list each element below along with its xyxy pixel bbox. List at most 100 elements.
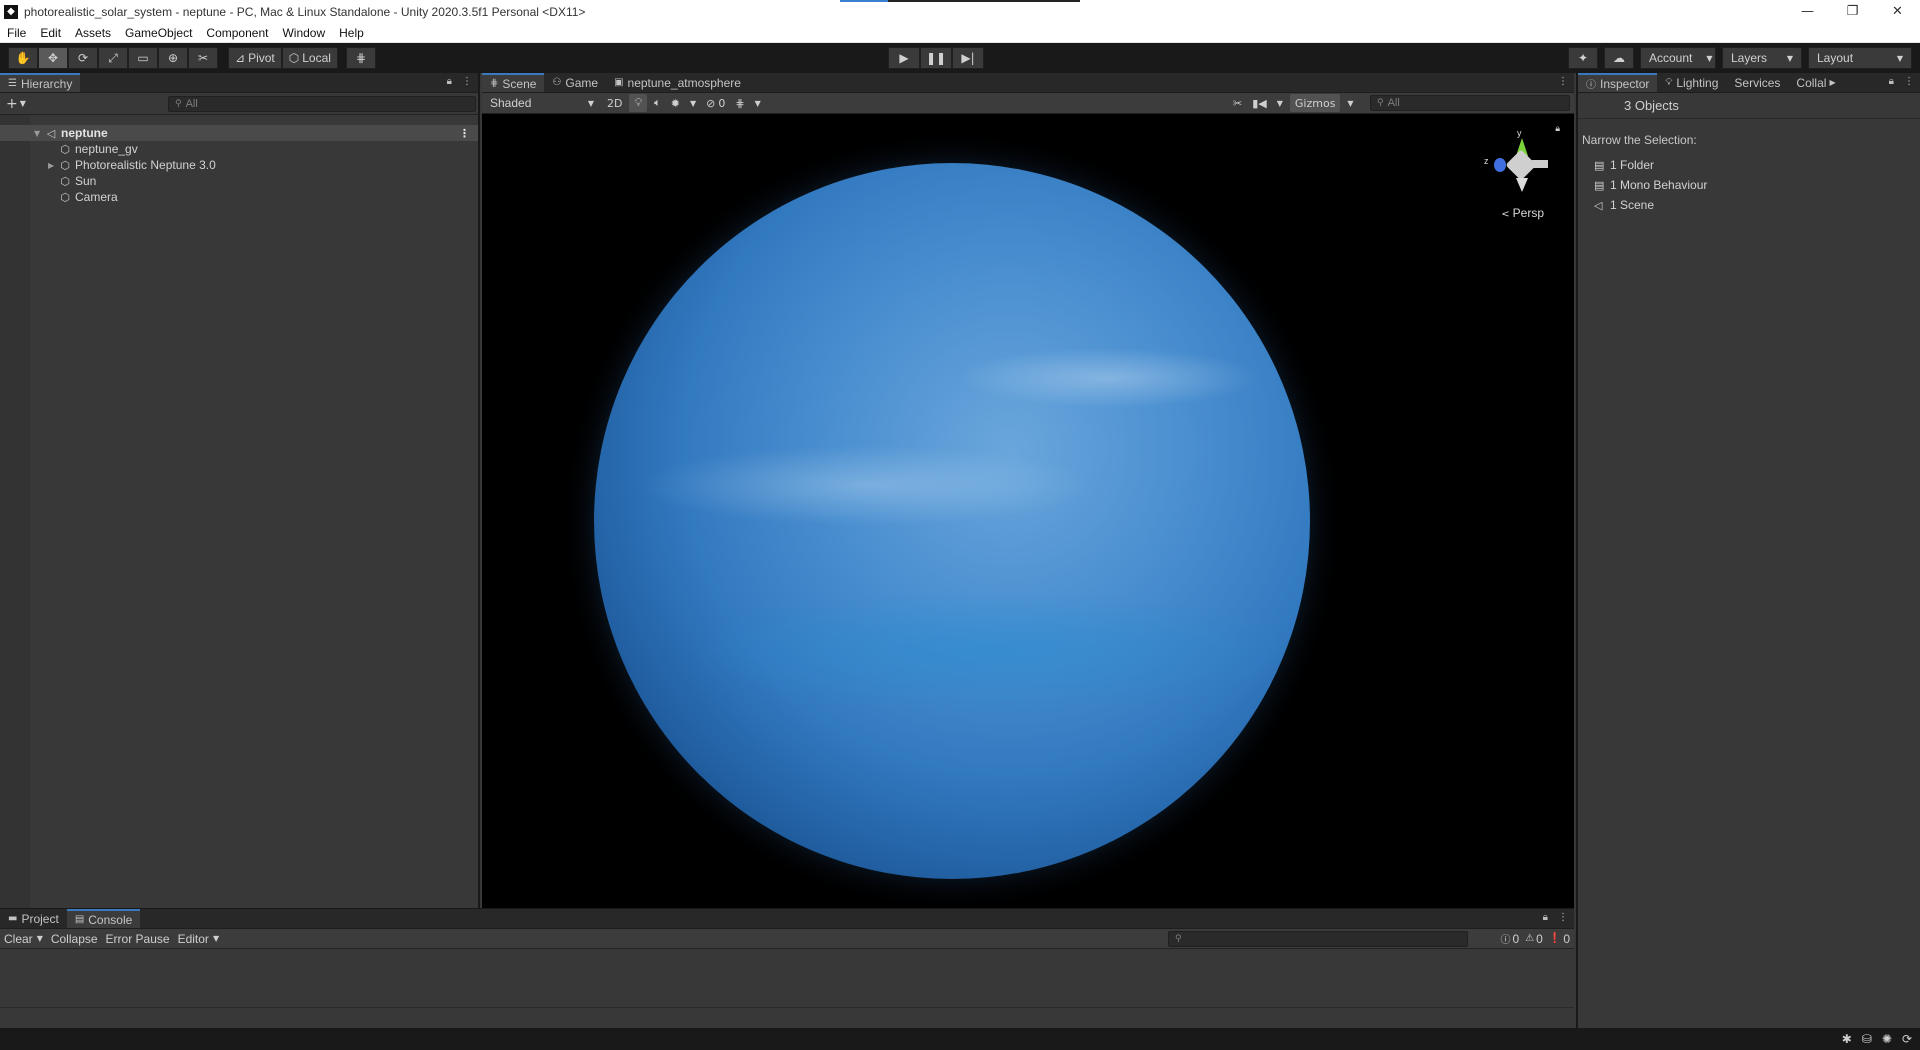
log-count-toggle[interactable]: ⓘ 0 [1501,931,1520,947]
tab-services[interactable]: Services [1726,73,1788,92]
tab-hierarchy[interactable]: ☰ Hierarchy [0,73,81,92]
lock-icon[interactable]: 🔒︎ [1889,76,1894,87]
menu-edit[interactable]: Edit [33,26,68,40]
tab-inspector[interactable]: ⓘ Inspector [1578,73,1658,92]
scene-search[interactable]: ⚲ All [1370,95,1570,111]
hierarchy-item[interactable]: ▶ ⬡ Photorealistic Neptune 3.0 [0,157,478,173]
pause-button[interactable]: ❚❚ [920,47,952,69]
tab-project[interactable]: ▬ Project [0,909,67,928]
transform-tool-icon[interactable]: ⊕ [158,47,188,69]
tab-console[interactable]: ▤ Console [66,909,141,928]
kebab-menu-icon[interactable]: ⋮ [1558,76,1568,87]
custom-tool-icon[interactable]: ✂ [188,47,218,69]
hierarchy-item[interactable]: ⬡ Sun [0,173,478,189]
tools-icon[interactable]: ✂ [1228,94,1247,112]
kebab-menu-icon[interactable]: ⋮ [1904,76,1914,87]
console-search[interactable]: ⚲ [1168,931,1468,947]
error-pause-button[interactable]: Error Pause [102,932,174,946]
hidden-objects-toggle[interactable]: ⊘ 0 [701,94,730,112]
orientation-gizmo[interactable]: y z 🔒︎ [1480,124,1560,214]
step-button[interactable]: ▶| [952,47,984,69]
camera-icon[interactable]: ▮◀ [1247,94,1272,112]
2d-toggle[interactable]: 2D [602,94,627,112]
layout-dropdown[interactable]: Layout ▼ [1808,47,1912,69]
gizmos-button[interactable]: Gizmos [1289,94,1341,112]
warning-count-toggle[interactable]: ⚠ 0 [1525,931,1543,946]
menu-assets[interactable]: Assets [68,26,118,40]
scale-tool-icon[interactable]: ⤢ [98,47,128,69]
lock-icon[interactable]: 🔒︎ [1543,912,1548,923]
refresh-icon[interactable]: ⟳ [1902,1032,1912,1046]
console-log-area[interactable] [0,950,1574,1008]
folder-icon: ▬ [8,913,18,924]
grid-snap-icon[interactable]: ⋕ [345,47,376,69]
lighting-toggle-icon[interactable]: 💡︎ [629,94,648,112]
create-button[interactable]: + ▼ [6,96,26,112]
gizmo-z-axis[interactable] [1494,158,1506,172]
grid-toggle-icon[interactable]: ⋕ [730,94,749,112]
editor-dropdown[interactable]: Editor ▼ [174,932,224,946]
kebab-menu-icon[interactable]: ⋮ [1558,912,1568,923]
pivot-toggle[interactable]: ⊿ Pivot [228,47,282,69]
hand-tool-icon[interactable]: ✋ [8,47,38,69]
selection-item[interactable]: ▤ 1 Mono Behaviour [1582,175,1916,195]
tab-scene[interactable]: ⋕ Scene [482,73,545,92]
clear-button[interactable]: Clear ▼ [0,932,47,946]
play-button[interactable]: ▶ [888,47,920,69]
shading-mode-dropdown[interactable]: Shaded ▼ [482,94,602,112]
menu-help[interactable]: Help [332,26,371,40]
hierarchy-item[interactable]: ⬡ neptune_gv [0,141,478,157]
rotate-tool-icon[interactable]: ⟳ [68,47,98,69]
tab-collab[interactable]: Collal ▶ [1788,73,1843,92]
info-icon: ⓘ [1586,80,1596,91]
cache-icon[interactable]: ⛁ [1862,1032,1872,1046]
neptune-planet[interactable] [594,163,1310,879]
kebab-menu-icon[interactable]: ⋮ [462,76,472,87]
hierarchy-search[interactable]: ⚲ All [168,96,476,112]
account-dropdown[interactable]: Account ▼ [1640,47,1716,69]
menu-file[interactable]: File [0,26,33,40]
local-toggle[interactable]: ⬡ Local [281,47,338,69]
tab-neptune-atmosphere[interactable]: ▣ neptune_atmosphere [606,73,749,92]
scene-row[interactable]: ▼ ◁ neptune ⋮ [0,125,478,141]
kebab-menu-icon[interactable]: ⋮ [459,127,470,140]
close-icon[interactable]: ✕ [1875,0,1920,23]
lock-icon[interactable]: 🔒︎ [447,76,452,87]
effects-toggle-icon[interactable]: ✹ [666,94,685,112]
camera-dropdown-icon[interactable]: ▼ [1272,94,1288,112]
effects-dropdown-icon[interactable]: ▼ [685,94,701,112]
error-count-toggle[interactable]: ❗ 0 [1549,931,1570,946]
layers-dropdown[interactable]: Layers ▼ [1722,47,1802,69]
title-progress-indicator [840,0,1080,2]
rect-tool-icon[interactable]: ▭ [128,47,158,69]
selection-item[interactable]: ◁ 1 Scene [1582,195,1916,215]
grid-dropdown-icon[interactable]: ▼ [750,94,766,112]
gizmo-neg-y-axis[interactable] [1516,178,1528,192]
cloud-icon[interactable]: ☁ [1604,47,1634,69]
chevron-right-icon[interactable]: ▶ [48,161,58,170]
move-tool-icon[interactable]: ✥ [38,47,68,69]
collab-icon[interactable]: ✦ [1568,47,1598,69]
minimize-icon[interactable]: — [1785,0,1830,23]
menu-component[interactable]: Component [199,26,275,40]
gizmos-dropdown-icon[interactable]: ▼ [1342,94,1358,112]
gizmo-center[interactable] [1505,149,1537,181]
collapse-button[interactable]: Collapse [47,932,102,946]
auto-generate-lighting-icon[interactable]: ✺ [1882,1032,1892,1046]
restore-icon[interactable]: ❐ [1830,0,1875,23]
scene-viewport[interactable]: y z 🔒︎ < Persp [482,114,1574,908]
chevron-down-icon: ▼ [1786,53,1793,63]
chevron-down-icon[interactable]: ▼ [37,934,43,943]
tab-lighting[interactable]: 💡︎ Lighting [1657,73,1726,92]
lock-icon[interactable]: 🔒︎ [1555,124,1560,134]
projection-toggle[interactable]: < Persp [1501,206,1544,220]
gamepad-icon: ⚇ [552,77,562,88]
menu-gameobject[interactable]: GameObject [118,26,199,40]
hierarchy-item[interactable]: ⬡ Camera [0,189,478,205]
menu-window[interactable]: Window [275,26,332,40]
selection-item[interactable]: ▤ 1 Folder [1582,155,1916,175]
bug-icon[interactable]: ✱ [1842,1032,1852,1046]
tab-game[interactable]: ⚇ Game [544,73,606,92]
audio-toggle-icon[interactable]: 🔈︎ [649,94,666,112]
chevron-down-icon[interactable]: ▼ [34,129,44,138]
